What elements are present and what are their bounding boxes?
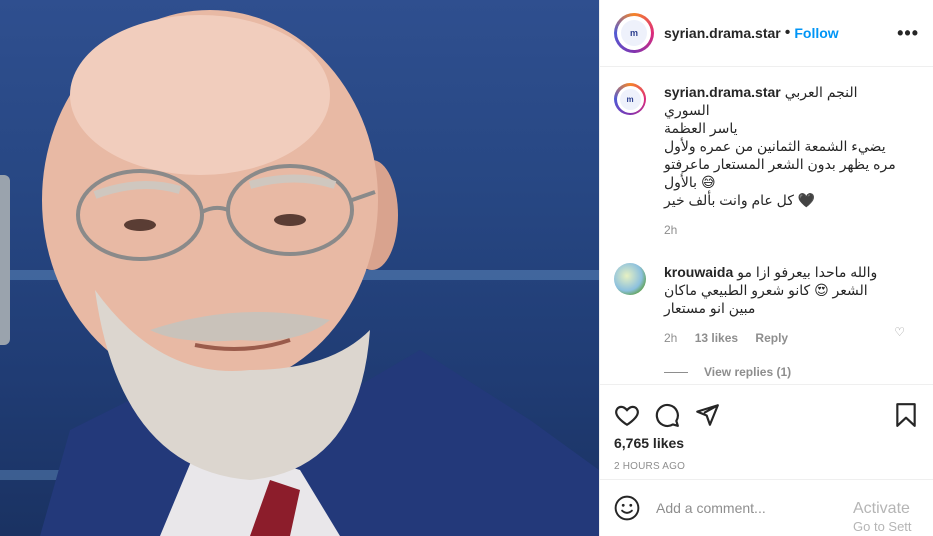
comments-section: m syrian.drama.star النجم العربي السوري ي… bbox=[600, 67, 933, 385]
caption-line: 😅 بالأول bbox=[664, 174, 716, 190]
bookmark-icon[interactable] bbox=[893, 402, 919, 428]
comment-meta: 2h 13 likes Reply bbox=[664, 331, 919, 345]
add-comment-input[interactable]: Add a comment... bbox=[656, 500, 766, 516]
comment-line: الشعر 😍 كانو شعرو الطبيعي ماكان bbox=[664, 282, 868, 298]
comment-line: والله ماحدا بيعرفو ازا مو bbox=[737, 264, 878, 280]
caption-time[interactable]: 2h bbox=[664, 223, 677, 237]
caption-line: 🖤 كل عام وانت بألف خير bbox=[664, 192, 816, 208]
replies-line bbox=[664, 371, 688, 373]
comment-likes[interactable]: 13 likes bbox=[695, 331, 738, 345]
post-header: m syrian.drama.star • Follow ••• bbox=[600, 0, 933, 67]
channel-logo-icon: m bbox=[621, 20, 647, 46]
channel-logo-icon: m bbox=[619, 88, 641, 110]
watermark-line1: Activate bbox=[853, 500, 910, 517]
caption-line: يضيء الشمعة الثمانين من عمره ولأول bbox=[664, 138, 886, 154]
commenter-avatar[interactable] bbox=[614, 263, 646, 295]
caption-meta: 2h bbox=[664, 223, 919, 237]
caption-avatar[interactable]: m bbox=[614, 83, 646, 115]
view-replies-label: View replies (1) bbox=[704, 365, 792, 379]
comment-row: krouwaida والله ماحدا بيعرفو ازا مو الشعر… bbox=[614, 263, 919, 317]
comment-icon[interactable] bbox=[654, 402, 680, 428]
portrait-illustration bbox=[40, 10, 599, 536]
caption-row: m syrian.drama.star النجم العربي السوري ي… bbox=[614, 83, 919, 209]
commenter-username[interactable]: krouwaida bbox=[664, 264, 733, 280]
follow-button[interactable]: Follow bbox=[794, 25, 838, 41]
activation-watermark: Activate Go to Sett bbox=[853, 500, 933, 536]
post-time[interactable]: 2 HOURS AGO bbox=[600, 461, 933, 472]
view-replies-button[interactable]: View replies (1) bbox=[664, 365, 919, 379]
comment-text: krouwaida والله ماحدا بيعرفو ازا مو الشعر… bbox=[664, 263, 902, 317]
comment-time[interactable]: 2h bbox=[664, 331, 677, 345]
reply-button[interactable]: Reply bbox=[755, 331, 788, 345]
post-side-panel: m syrian.drama.star • Follow ••• m syria… bbox=[599, 0, 933, 536]
author-username[interactable]: syrian.drama.star bbox=[664, 25, 781, 41]
action-bar bbox=[600, 385, 933, 433]
comment-line: مبين انو مستعار bbox=[664, 300, 756, 316]
caption-text: syrian.drama.star النجم العربي السوري ياس… bbox=[664, 83, 902, 209]
more-options-icon[interactable]: ••• bbox=[897, 23, 919, 44]
carousel-edge-handle bbox=[0, 175, 10, 345]
author-avatar[interactable]: m bbox=[614, 13, 654, 53]
heart-icon[interactable] bbox=[614, 402, 640, 428]
watermark-line2: Go to Sett bbox=[853, 519, 912, 534]
share-icon[interactable] bbox=[694, 402, 720, 428]
separator-dot: • bbox=[784, 24, 791, 41]
likes-count[interactable]: 6,765 likes bbox=[600, 435, 933, 451]
caption-line: ياسر العظمة bbox=[664, 120, 738, 136]
emoji-icon[interactable] bbox=[614, 495, 640, 521]
comment-like-heart-icon[interactable]: ♡ bbox=[894, 325, 905, 339]
caption-username[interactable]: syrian.drama.star bbox=[664, 84, 781, 100]
caption-line: مره يظهر بدون الشعر المستعار ماعرفتو bbox=[664, 156, 896, 172]
post-image[interactable] bbox=[0, 0, 599, 536]
